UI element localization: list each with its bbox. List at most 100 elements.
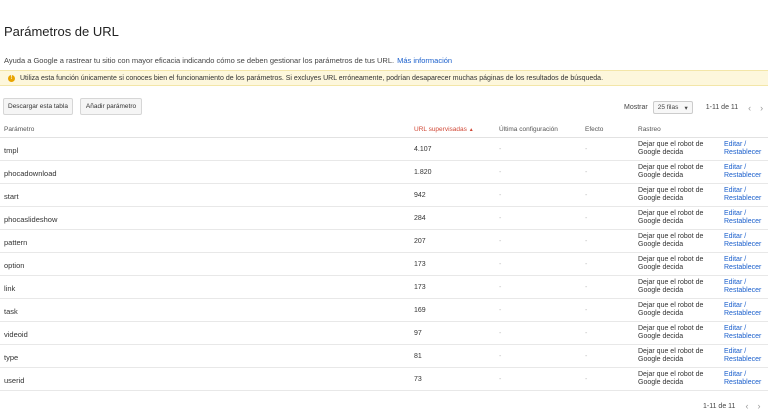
table-row: phocadownload 1.820 - - Dejar que el robot d… <box>0 161 768 184</box>
chevron-left-icon[interactable]: ‹ <box>745 401 748 411</box>
chevron-left-icon[interactable]: ‹ <box>748 103 751 113</box>
monitored-urls-cell: 4.107 <box>414 146 432 153</box>
last-config-cell: - <box>499 353 502 360</box>
effect-cell: - <box>585 261 588 268</box>
table-row: userid 73 - - Dejar que el robot de Google d… <box>0 368 768 391</box>
param-cell: start <box>4 192 19 201</box>
table-row: link 173 - - Dejar que el robot de Google de… <box>0 276 768 299</box>
table-row: pattern 207 - - Dejar que el robot de Google… <box>0 230 768 253</box>
edit-reset-link[interactable]: Editar / Restablecer <box>724 256 768 272</box>
table-row: task 169 - - Dejar que el robot de Google de… <box>0 299 768 322</box>
monitored-urls-cell: 284 <box>414 215 426 222</box>
header-effect[interactable]: Efecto <box>585 126 603 133</box>
effect-cell: - <box>585 192 588 199</box>
last-config-cell: - <box>499 376 502 383</box>
page-range-bottom: 1-11 de 11 <box>703 402 736 410</box>
param-cell: task <box>4 307 18 316</box>
param-cell: option <box>4 261 25 270</box>
param-cell: videoid <box>4 330 28 339</box>
table-header: Parámetro URL supervisadas ▲ Última conf… <box>0 121 768 138</box>
param-cell: type <box>4 353 19 362</box>
param-cell: phocadownload <box>4 169 57 178</box>
rows-per-page-value: 25 filas <box>657 104 679 111</box>
table-row: videoid 97 - - Dejar que el robot de Google … <box>0 322 768 345</box>
monitored-urls-cell: 97 <box>414 330 422 337</box>
effect-cell: - <box>585 169 588 176</box>
crawl-cell: Dejar que el robot de Google decida <box>638 164 704 179</box>
param-cell: link <box>4 284 16 293</box>
rows-per-page-select[interactable]: 25 filas ▾ <box>652 101 693 114</box>
chevron-right-icon[interactable]: › <box>757 401 760 411</box>
add-parameter-button[interactable]: Añadir parámetro <box>80 98 142 115</box>
crawl-cell: Dejar que el robot de Google decida <box>638 348 704 363</box>
monitored-urls-cell: 207 <box>414 238 426 245</box>
show-label: Mostrar <box>624 104 648 111</box>
header-monitored-urls-label: URL supervisadas <box>414 126 467 133</box>
caret-down-icon: ▾ <box>684 104 688 112</box>
table-row: type 81 - - Dejar que el robot de Google dec… <box>0 345 768 368</box>
page-range: 1-11 de 11 <box>705 104 739 111</box>
effect-cell: - <box>585 353 588 360</box>
crawl-cell: Dejar que el robot de Google decida <box>638 233 704 248</box>
crawl-cell: Dejar que el robot de Google decida <box>638 302 704 317</box>
intro-description: Ayuda a Google a rastrear tu sitio con m… <box>4 56 395 65</box>
pagination-top: Mostrar 25 filas ▾ 1-11 de 11 ‹ › <box>624 101 763 114</box>
effect-cell: - <box>585 146 588 153</box>
effect-cell: - <box>585 376 588 383</box>
crawl-cell: Dejar que el robot de Google decida <box>638 279 704 294</box>
monitored-urls-cell: 73 <box>414 376 422 383</box>
intro-text: Ayuda a Google a rastrear tu sitio con m… <box>4 56 452 65</box>
effect-cell: - <box>585 330 588 337</box>
edit-reset-link[interactable]: Editar / Restablecer <box>724 141 768 157</box>
chevron-right-icon[interactable]: › <box>760 103 763 113</box>
effect-cell: - <box>585 238 588 245</box>
crawl-cell: Dejar que el robot de Google decida <box>638 325 704 340</box>
monitored-urls-cell: 173 <box>414 261 426 268</box>
info-icon: ! <box>8 74 15 82</box>
edit-reset-link[interactable]: Editar / Restablecer <box>724 325 768 341</box>
header-last-config[interactable]: Última configuración <box>499 126 558 133</box>
param-cell: pattern <box>4 238 28 247</box>
edit-reset-link[interactable]: Editar / Restablecer <box>724 302 768 318</box>
download-table-button[interactable]: Descargar esta tabla <box>3 98 73 115</box>
edit-reset-link[interactable]: Editar / Restablecer <box>724 187 768 203</box>
warning-banner: ! Utiliza esta función únicamente si con… <box>0 70 768 86</box>
sort-up-icon: ▲ <box>468 127 474 133</box>
warning-text: Utiliza esta función únicamente si conoc… <box>20 74 604 82</box>
page-title: Parámetros de URL <box>4 24 119 39</box>
monitored-urls-cell: 942 <box>414 192 426 199</box>
more-info-link[interactable]: Más información <box>397 56 452 65</box>
last-config-cell: - <box>499 284 502 291</box>
crawl-cell: Dejar que el robot de Google decida <box>638 187 704 202</box>
table-row: tmpl 4.107 - - Dejar que el robot de Google … <box>0 138 768 161</box>
edit-reset-link[interactable]: Editar / Restablecer <box>724 279 768 295</box>
crawl-cell: Dejar que el robot de Google decida <box>638 210 704 225</box>
edit-reset-link[interactable]: Editar / Restablecer <box>724 210 768 226</box>
crawl-cell: Dejar que el robot de Google decida <box>638 256 704 271</box>
header-monitored-urls[interactable]: URL supervisadas ▲ <box>414 126 474 133</box>
last-config-cell: - <box>499 261 502 268</box>
header-crawl[interactable]: Rastreo <box>638 126 661 133</box>
last-config-cell: - <box>499 146 502 153</box>
crawl-cell: Dejar que el robot de Google decida <box>638 141 704 156</box>
edit-reset-link[interactable]: Editar / Restablecer <box>724 371 768 387</box>
monitored-urls-cell: 81 <box>414 353 422 360</box>
last-config-cell: - <box>499 192 502 199</box>
header-parameter[interactable]: Parámetro <box>4 126 34 133</box>
table-row: start 942 - - Dejar que el robot de Google d… <box>0 184 768 207</box>
edit-reset-link[interactable]: Editar / Restablecer <box>724 348 768 364</box>
effect-cell: - <box>585 307 588 314</box>
last-config-cell: - <box>499 238 502 245</box>
monitored-urls-cell: 173 <box>414 284 426 291</box>
table-body: tmpl 4.107 - - Dejar que el robot de Google … <box>0 138 768 391</box>
edit-reset-link[interactable]: Editar / Restablecer <box>724 233 768 249</box>
param-cell: tmpl <box>4 146 19 155</box>
crawl-cell: Dejar que el robot de Google decida <box>638 371 704 386</box>
last-config-cell: - <box>499 307 502 314</box>
table-row: option 173 - - Dejar que el robot de Google … <box>0 253 768 276</box>
edit-reset-link[interactable]: Editar / Restablecer <box>724 164 768 180</box>
table-row: phocaslideshow 284 - - Dejar que el robot de… <box>0 207 768 230</box>
parameters-table: Parámetro URL supervisadas ▲ Última conf… <box>0 121 768 391</box>
pagination-bottom: 1-11 de 11 ‹ › <box>703 401 760 411</box>
last-config-cell: - <box>499 169 502 176</box>
